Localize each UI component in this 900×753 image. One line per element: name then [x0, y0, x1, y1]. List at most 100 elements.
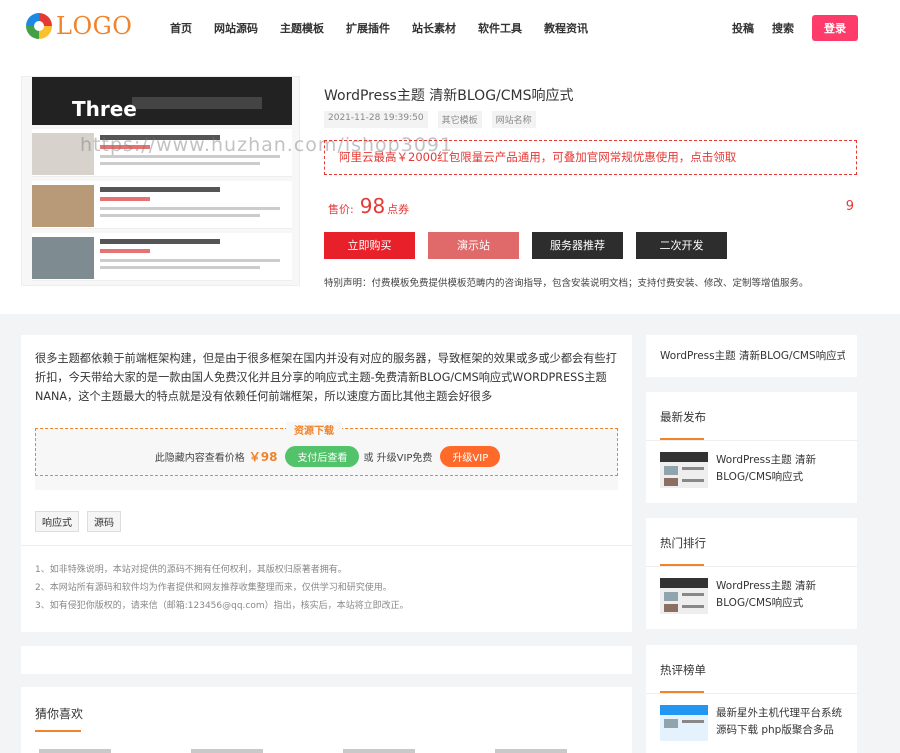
site-logo[interactable]: LOGO — [26, 12, 132, 40]
post-title[interactable]: WordPress主题 清新BLOG/CMS响应式 — [716, 452, 846, 486]
publish-date: 2021-11-28 19:39:50 — [324, 111, 428, 128]
tag-list: 响应式 源码 — [35, 511, 129, 532]
post-thumbnail-line — [682, 467, 704, 470]
thumbnail-row-line — [100, 214, 260, 217]
nav-item-source[interactable]: 网站源码 — [214, 20, 258, 36]
post-thumbnail — [660, 705, 708, 741]
price-label: 售价: — [328, 203, 354, 216]
upgrade-vip-button[interactable]: 升级VIP — [440, 446, 501, 467]
sidebar-latest: 最新发布 WordPress主题 清新BLOG/CMS响应式 — [646, 392, 857, 503]
action-buttons: 立即购买 演示站 服务器推荐 二次开发 — [324, 232, 740, 259]
comments-title: 热评榜单 — [660, 663, 706, 677]
post-thumbnail-block — [664, 719, 678, 728]
sidebar-post-item[interactable]: 最新星外主机代理平台系统源码下载 php版聚合多品 — [660, 703, 850, 743]
thumbnail-banner: Three — [32, 77, 292, 125]
thumbnail-banner-stripe — [132, 97, 262, 109]
post-thumbnail-block — [664, 592, 678, 601]
post-thumbnail-line — [682, 479, 704, 482]
thumbnail-row-line — [100, 239, 220, 244]
thumbnail-row-line — [100, 249, 150, 253]
thumbnail-banner-text: Three — [72, 97, 137, 121]
special-notice: 特别声明：付费模板免费提供模板范畴内的咨询指导，包含安装说明文档；支持付费安装、… — [324, 278, 809, 289]
nav-item-assets[interactable]: 站长素材 — [412, 20, 456, 36]
blank-card — [21, 646, 632, 674]
guess-thumbnail[interactable] — [343, 749, 415, 753]
download-row: 此隐藏内容查看价格 ￥98 支付后查看 或 升级VIP免费 升级VIP — [36, 446, 619, 467]
post-title[interactable]: WordPress主题 清新BLOG/CMS响应式 — [716, 578, 846, 612]
product-title: WordPress主题 清新BLOG/CMS响应式 — [324, 88, 574, 104]
thumbnail-row-line — [100, 266, 260, 269]
nav-item-tutorials[interactable]: 教程资讯 — [544, 20, 588, 36]
search-link[interactable]: 搜索 — [772, 20, 794, 36]
latest-title: 最新发布 — [660, 410, 706, 424]
divider — [21, 545, 632, 546]
post-thumbnail-line — [682, 605, 704, 608]
post-thumbnail-block — [664, 466, 678, 475]
thumbnail-row — [32, 181, 292, 229]
download-box: 资源下载 此隐藏内容查看价格 ￥98 支付后查看 或 升级VIP免费 升级VIP — [35, 422, 619, 490]
post-thumbnail — [660, 452, 708, 488]
tag-source[interactable]: 源码 — [87, 511, 121, 532]
guess-thumbnails — [39, 749, 647, 753]
demo-button[interactable]: 演示站 — [428, 232, 519, 259]
divider — [646, 693, 857, 694]
sidebar-hot: 热门排行 WordPress主题 清新BLOG/CMS响应式 — [646, 518, 857, 629]
nav-item-software[interactable]: 软件工具 — [478, 20, 522, 36]
guess-thumbnail[interactable] — [191, 749, 263, 753]
thumbnail-row-line — [100, 259, 280, 262]
server-recommend-button[interactable]: 服务器推荐 — [532, 232, 623, 259]
divider — [646, 566, 857, 567]
hidden-content-text: 此隐藏内容查看价格 — [154, 453, 245, 464]
price-display: 售价: 98 点券 — [328, 194, 409, 218]
nav-item-themes[interactable]: 主题模板 — [280, 20, 324, 36]
title-underline — [35, 730, 81, 732]
thumbnail-row-line — [100, 187, 220, 192]
thumbnail-row-line — [100, 197, 150, 201]
or-vip-text: 或 升级VIP免费 — [363, 453, 433, 464]
nav-item-home[interactable]: 首页 — [170, 20, 192, 36]
thumbnail-row-line — [100, 162, 260, 165]
login-button[interactable]: 登录 — [812, 15, 858, 41]
category-badge[interactable]: 其它模板 — [437, 111, 482, 128]
buy-now-button[interactable]: 立即购买 — [324, 232, 415, 259]
product-section: Three https://www.huzhan.com/ishop3091 W… — [0, 56, 900, 314]
article-card: 很多主题都依赖于前端框架构建，但是由于很多框架在国内并没有对应的服务器，导致框架… — [21, 335, 632, 632]
main-nav: 首页 网站源码 主题模板 扩展插件 站长素材 软件工具 教程资讯 — [170, 0, 610, 56]
price-value: 98 — [359, 194, 386, 218]
thumbnail-row — [32, 233, 292, 281]
custom-dev-button[interactable]: 二次开发 — [636, 232, 727, 259]
tag-responsive[interactable]: 响应式 — [35, 511, 79, 532]
price-unit: 点券 — [387, 203, 410, 216]
logo-text: LOGO — [56, 12, 133, 40]
guess-thumbnail[interactable] — [39, 749, 111, 753]
promo-banner[interactable]: 阿里云最高￥2000红包限量云产品通用，可叠加官网常规优惠使用，点击领取 — [324, 140, 857, 175]
guess-title: 猜你喜欢 — [35, 707, 84, 721]
thumbnail-row-image — [32, 185, 94, 227]
rule-line: 1、如非特殊说明，本站对提供的源码不拥有任何权利，其版权归原著者拥有。 — [35, 565, 347, 575]
post-title[interactable]: 最新星外主机代理平台系统源码下载 php版聚合多品 — [716, 705, 846, 739]
download-price: ￥98 — [248, 450, 278, 464]
submit-link[interactable]: 投稿 — [732, 20, 754, 36]
site-name-badge[interactable]: 网站名称 — [491, 111, 536, 128]
pay-to-view-button[interactable]: 支付后查看 — [285, 446, 360, 467]
product-meta: 2021-11-28 19:39:50 其它模板 网站名称 — [324, 111, 546, 128]
article-intro: 很多主题都依赖于前端框架构建，但是由于很多框架在国内并没有对应的服务器，导致框架… — [35, 352, 617, 403]
post-thumbnail-block — [664, 604, 678, 612]
post-thumbnail-block — [664, 478, 678, 486]
post-thumbnail — [660, 578, 708, 614]
sidebar-current-card: WordPress主题 清新BLOG/CMS响应式 — [646, 335, 857, 377]
post-thumbnail-bar — [660, 705, 708, 715]
site-header: LOGO 首页 网站源码 主题模板 扩展插件 站长素材 软件工具 教程资讯 投稿… — [0, 0, 900, 56]
sidebar-comments: 热评榜单 最新星外主机代理平台系统源码下载 php版聚合多品 — [646, 645, 857, 753]
product-thumbnail[interactable]: Three — [21, 76, 300, 286]
nav-item-plugins[interactable]: 扩展插件 — [346, 20, 390, 36]
current-post-link[interactable]: WordPress主题 清新BLOG/CMS响应式 — [660, 348, 845, 363]
thumbnail-row-line — [100, 207, 280, 210]
copyright-rules: 1、如非特殊说明，本站对提供的源码不拥有任何权利，其版权归原著者拥有。 2、本网… — [35, 561, 409, 615]
guess-thumbnail[interactable] — [495, 749, 567, 753]
sidebar-post-item[interactable]: WordPress主题 清新BLOG/CMS响应式 — [660, 450, 850, 490]
post-thumbnail-bar — [660, 578, 708, 588]
sidebar-post-item[interactable]: WordPress主题 清新BLOG/CMS响应式 — [660, 576, 850, 616]
post-thumbnail-line — [682, 720, 704, 723]
post-thumbnail-line — [682, 593, 704, 596]
